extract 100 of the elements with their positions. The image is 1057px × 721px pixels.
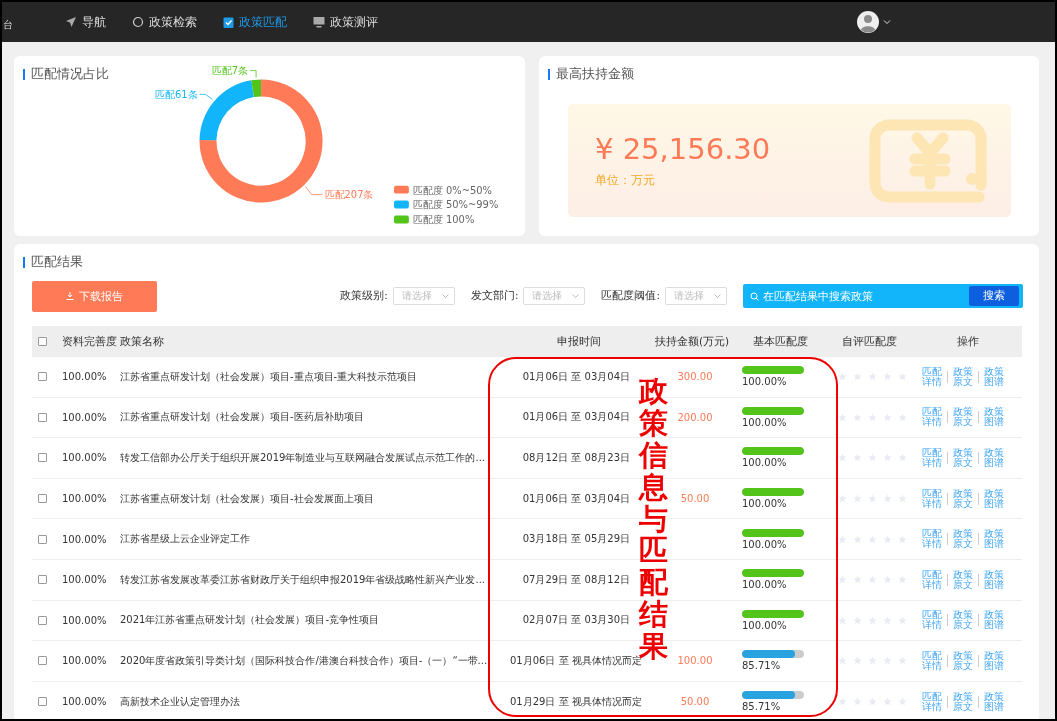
action-link[interactable]: 政策图谱 bbox=[984, 569, 1004, 590]
checkbox[interactable] bbox=[38, 337, 47, 346]
nav-item[interactable]: 政策匹配 bbox=[223, 13, 287, 31]
action-link[interactable]: 政策原文 bbox=[953, 529, 973, 550]
action-link[interactable]: 政策图谱 bbox=[984, 610, 1004, 631]
amount-cell: 300.00 bbox=[677, 371, 713, 383]
star-icon bbox=[838, 615, 847, 625]
action-link[interactable]: 政策图谱 bbox=[984, 529, 1004, 550]
match-percent: 100.00% bbox=[742, 619, 788, 631]
star-icon bbox=[838, 656, 847, 666]
action-link[interactable]: 匹配详情 bbox=[922, 691, 942, 712]
action-link[interactable]: 匹配详情 bbox=[922, 488, 942, 509]
match-percent: 85.71% bbox=[742, 660, 782, 672]
leader-line bbox=[199, 94, 213, 100]
checkbox[interactable] bbox=[38, 412, 47, 422]
action-link[interactable]: 政策原文 bbox=[953, 448, 973, 468]
clipboard-icon bbox=[223, 16, 234, 28]
chevron-down-icon[interactable] bbox=[883, 19, 891, 25]
card-title: 最高扶持金额 bbox=[556, 65, 634, 83]
match-percent: 100.00% bbox=[742, 457, 788, 469]
avatar-icon[interactable] bbox=[857, 11, 879, 33]
checkbox[interactable] bbox=[38, 453, 47, 463]
policy-name: 2020年度省政策引导类计划（国际科技合作/港澳台科技合作）项目-（一）“一带... bbox=[120, 653, 489, 668]
action-link[interactable]: 政策原文 bbox=[953, 691, 973, 712]
checkbox[interactable] bbox=[38, 697, 47, 707]
action-link[interactable]: 匹配详情 bbox=[922, 407, 942, 428]
action-link[interactable]: 政策图谱 bbox=[984, 448, 1004, 468]
checkbox[interactable] bbox=[38, 656, 47, 666]
chevron-down-icon bbox=[714, 293, 721, 299]
checkbox[interactable] bbox=[38, 494, 47, 504]
action-link[interactable]: 匹配详情 bbox=[922, 610, 942, 631]
download-report-button[interactable]: 下载报告 bbox=[32, 280, 157, 312]
table-cell-text: 100.00% bbox=[62, 533, 108, 545]
action-link[interactable]: 政策图谱 bbox=[984, 650, 1004, 671]
action-link[interactable]: 政策原文 bbox=[953, 366, 973, 387]
card-title: 匹配结果 bbox=[31, 253, 83, 271]
amount-cell: 200.00 bbox=[677, 411, 713, 423]
policy-name: 江苏省星级上云企业评定工作 bbox=[120, 532, 251, 547]
action-link[interactable]: 政策图谱 bbox=[984, 407, 1004, 428]
action-link[interactable]: 政策图谱 bbox=[984, 691, 1004, 712]
select-field[interactable]: 请选择 bbox=[392, 287, 455, 305]
policy-name: 2021年江苏省重点研发计划（社会发展）项目-竞争性项目 bbox=[120, 613, 381, 628]
nav-item[interactable]: 导航 bbox=[65, 13, 106, 31]
search-button[interactable]: 搜索 bbox=[969, 286, 1019, 306]
table-cell-text: 02月07日 至 03月30日 bbox=[521, 613, 631, 628]
action-link[interactable]: 政策图谱 bbox=[984, 366, 1004, 387]
amount-cell: 100.00 bbox=[677, 655, 713, 667]
checkbox[interactable] bbox=[38, 575, 47, 585]
legend-label: 匹配度 50%~99% bbox=[412, 199, 499, 211]
column-header: 申报时间 bbox=[556, 334, 602, 349]
nav-item[interactable]: 政策检索 bbox=[132, 13, 197, 31]
leader-line bbox=[249, 70, 257, 78]
action-link[interactable]: 政策原文 bbox=[953, 569, 973, 590]
action-link[interactable]: 政策原文 bbox=[953, 488, 973, 509]
amount-unit: 单位：万元 bbox=[595, 172, 656, 189]
column-header: 操作 bbox=[956, 334, 980, 349]
amount-value: ¥ 25,156.30 bbox=[595, 132, 772, 166]
policy-name: 江苏省重点研发计划（社会发展）项目-重点项目-重大科技示范项目 bbox=[120, 369, 419, 384]
action-link[interactable]: 政策图谱 bbox=[984, 488, 1004, 509]
filter-label: 发文部门: bbox=[470, 289, 519, 303]
search-icon bbox=[132, 16, 144, 28]
legend-swatch bbox=[394, 200, 409, 209]
chevron-down-icon bbox=[572, 293, 580, 299]
match-percent: 100.00% bbox=[742, 498, 788, 510]
slice-label: 匹配61条 bbox=[155, 89, 198, 101]
amount-cell: 50.00 bbox=[680, 493, 710, 505]
table-cell-text: 100.00% bbox=[62, 696, 108, 708]
action-link[interactable]: 政策原文 bbox=[953, 650, 973, 671]
filter-label: 匹配度阈值: bbox=[601, 289, 660, 303]
column-header: 扶持金额(万元) bbox=[653, 334, 731, 349]
star-icon bbox=[838, 697, 847, 707]
action-link[interactable]: 匹配详情 bbox=[922, 448, 942, 468]
policy-name: 转发工信部办公厅关于组织开展2019年制造业与互联网融合发展试点示范工作的... bbox=[120, 451, 486, 465]
checkbox[interactable] bbox=[38, 615, 47, 625]
table-cell-text: 100.00% bbox=[62, 655, 108, 667]
legend-swatch bbox=[394, 185, 409, 194]
table-cell-text: 08月12日 至 08月23日 bbox=[521, 451, 631, 465]
paper-plane-icon bbox=[65, 16, 77, 28]
action-link[interactable]: 匹配详情 bbox=[922, 529, 942, 550]
nav-item[interactable]: 政策测评 bbox=[313, 13, 378, 31]
select-field[interactable]: 请选择 bbox=[523, 287, 586, 305]
checkbox[interactable] bbox=[38, 534, 47, 544]
legend-swatch bbox=[394, 215, 409, 224]
table-cell-text: 100.00% bbox=[62, 452, 108, 464]
action-link[interactable]: 匹配详情 bbox=[922, 569, 942, 590]
column-header: 政策名称 bbox=[120, 334, 165, 349]
search-field[interactable]: 在匹配结果中搜索政策 搜索 bbox=[743, 284, 1023, 308]
star-icon bbox=[838, 575, 847, 585]
select-field[interactable]: 请选择 bbox=[665, 287, 727, 305]
chevron-down-icon bbox=[441, 293, 449, 299]
checkbox[interactable] bbox=[38, 372, 47, 382]
download-icon bbox=[66, 292, 74, 300]
policy-name: 江苏省重点研发计划（社会发展）项目-社会发展面上项目 bbox=[120, 491, 375, 506]
table-cell-text: 100.00% bbox=[62, 614, 108, 626]
match-percent: 100.00% bbox=[742, 538, 788, 550]
action-link[interactable]: 政策原文 bbox=[953, 407, 973, 428]
action-link[interactable]: 政策原文 bbox=[953, 610, 973, 631]
action-link[interactable]: 匹配详情 bbox=[922, 366, 942, 387]
action-link[interactable]: 匹配详情 bbox=[922, 650, 942, 671]
search-icon bbox=[750, 291, 759, 301]
